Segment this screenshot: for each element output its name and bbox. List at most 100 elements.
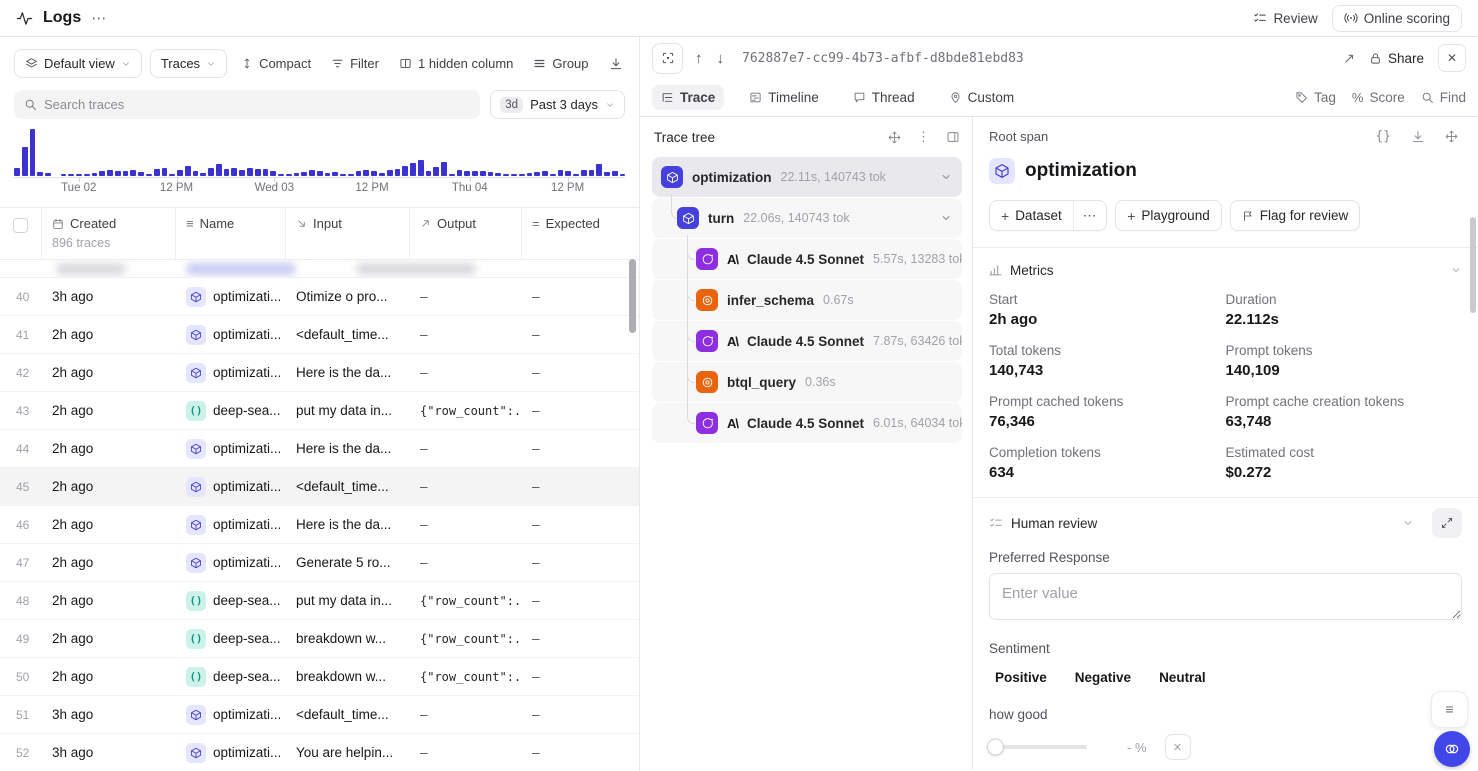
tag-button[interactable]: Tag	[1295, 90, 1336, 105]
histogram-bar[interactable]	[565, 171, 571, 176]
histogram-bar[interactable]	[418, 160, 424, 176]
search-traces-box[interactable]	[14, 90, 480, 119]
histogram-bar[interactable]	[14, 168, 20, 176]
score-button[interactable]: % Score	[1352, 90, 1405, 105]
histogram-bar[interactable]	[457, 170, 463, 176]
table-row[interactable]: 47 2h ago () optimizati... Generate 5 ro…	[0, 544, 639, 582]
how-good-slider[interactable]	[989, 745, 1087, 749]
histogram-bar[interactable]	[130, 170, 136, 176]
tab-thread[interactable]: Thread	[844, 85, 924, 110]
trace-tree-row[interactable]: optimization 22.11s, 140743 tok	[652, 157, 962, 197]
histogram-bar[interactable]	[356, 171, 362, 176]
trace-tree-row[interactable]: turn 22.06s, 140743 tok	[652, 198, 962, 238]
histogram-bar[interactable]	[37, 172, 43, 176]
table-row[interactable]: 43 2h ago () deep-sea... put my data in.…	[0, 392, 639, 430]
column-header-output[interactable]: Output	[420, 216, 511, 231]
tab-custom[interactable]: Custom	[940, 85, 1024, 110]
find-button[interactable]: Find	[1421, 90, 1466, 105]
histogram-bar[interactable]	[371, 171, 377, 176]
histogram-bar[interactable]	[30, 129, 36, 176]
histogram-bar[interactable]	[123, 171, 129, 176]
table-row[interactable]: 50 2h ago () deep-sea... breakdown w... …	[0, 658, 639, 696]
flag-for-review-button[interactable]: Flag for review	[1230, 200, 1361, 231]
json-view-button[interactable]: {}	[1375, 129, 1391, 144]
histogram-bar[interactable]	[395, 169, 401, 176]
trace-id[interactable]: 762887e7-cc99-4b73-afbf-d8bde81ebd83	[742, 51, 1024, 66]
trace-tree-row[interactable]: btql_query 0.36s	[652, 362, 962, 402]
column-header-expected[interactable]: =Expected	[532, 216, 629, 231]
slider-knob[interactable]	[987, 739, 1004, 756]
table-row[interactable]: 51 3h ago () optimizati... <default_time…	[0, 696, 639, 734]
histogram-bar[interactable]	[558, 170, 564, 176]
sentiment-option-positive[interactable]: Positive	[995, 670, 1047, 685]
histogram-bar[interactable]	[208, 168, 214, 176]
histogram-bar[interactable]	[193, 171, 199, 176]
histogram-bar[interactable]	[589, 170, 595, 176]
default-view-dropdown[interactable]: Default view	[14, 49, 142, 78]
trace-tree-row[interactable]: A\ Claude 4.5 Sonnet 7.87s, 63426 tok	[652, 321, 962, 361]
histogram-bar[interactable]	[84, 174, 90, 176]
histogram-bar[interactable]	[162, 168, 168, 176]
histogram-bar[interactable]	[387, 170, 393, 176]
sentiment-option-neutral[interactable]: Neutral	[1159, 670, 1206, 685]
histogram-bar[interactable]	[99, 171, 105, 176]
table-row[interactable]: 49 2h ago () deep-sea... breakdown w... …	[0, 620, 639, 658]
clear-score-button[interactable]: ✕	[1165, 734, 1191, 760]
histogram-bar[interactable]	[255, 169, 261, 176]
select-all-checkbox[interactable]	[13, 218, 28, 233]
histogram-bar[interactable]	[441, 162, 447, 176]
histogram-bar[interactable]	[270, 171, 276, 176]
histogram-bar[interactable]	[495, 173, 501, 176]
histogram-bar[interactable]	[464, 171, 470, 176]
sentiment-option-negative[interactable]: Negative	[1075, 670, 1131, 685]
histogram-bar[interactable]	[433, 167, 439, 176]
histogram-bar[interactable]	[402, 166, 408, 176]
table-row[interactable]: 44 2h ago () optimizati... Here is the d…	[0, 430, 639, 468]
review-button[interactable]: Review	[1253, 11, 1317, 26]
histogram-bar[interactable]	[534, 172, 540, 176]
braintrust-logo-button[interactable]	[1434, 731, 1470, 767]
histogram-bar[interactable]	[488, 172, 494, 176]
histogram-bar[interactable]	[45, 173, 51, 176]
preferred-response-input[interactable]	[989, 573, 1462, 620]
expand-review-button[interactable]	[1432, 508, 1462, 538]
histogram-bar[interactable]	[449, 174, 455, 176]
histogram-bar[interactable]	[472, 171, 478, 176]
histogram-bar[interactable]	[294, 173, 300, 176]
filter-button[interactable]: Filter	[325, 49, 385, 78]
histogram-bar[interactable]	[301, 172, 307, 176]
column-header-created[interactable]: Created	[52, 216, 165, 231]
trace-tree-row[interactable]: A\ Claude 4.5 Sonnet 5.57s, 13283 tok	[652, 239, 962, 279]
export-button[interactable]	[603, 49, 629, 78]
histogram-bar[interactable]	[263, 169, 269, 176]
floating-menu-button[interactable]: ≡	[1431, 691, 1468, 728]
table-scrollbar[interactable]	[629, 259, 636, 333]
date-range-dropdown[interactable]: 3d Past 3 days	[490, 90, 625, 119]
table-row[interactable]: 48 2h ago () deep-sea... put my data in.…	[0, 582, 639, 620]
focus-span-button[interactable]	[652, 43, 683, 74]
histogram-bar[interactable]	[332, 172, 338, 176]
close-panel-button[interactable]: ✕	[1438, 44, 1466, 72]
histogram-bar[interactable]	[542, 171, 548, 176]
table-row[interactable]: 41 2h ago () optimizati... <default_time…	[0, 316, 639, 354]
table-row[interactable]: 40 3h ago () optimizati... Otimize o pro…	[0, 278, 639, 316]
column-header-name[interactable]: ≡Name	[186, 216, 275, 231]
histogram-bar[interactable]	[239, 170, 245, 176]
traces-dropdown[interactable]: Traces	[150, 49, 227, 78]
download-icon[interactable]	[1411, 130, 1425, 144]
hidden-columns-button[interactable]: 1 hidden column	[393, 49, 519, 78]
histogram-bar[interactable]	[107, 170, 113, 176]
histogram-bar[interactable]	[519, 174, 525, 176]
trace-tree-row[interactable]: A\ Claude 4.5 Sonnet 6.01s, 64034 tok	[652, 403, 962, 443]
histogram-bar[interactable]	[612, 171, 618, 176]
tree-kebab-menu[interactable]: ⋮	[917, 129, 930, 145]
tab-timeline[interactable]: Timeline	[740, 85, 828, 110]
histogram-bar[interactable]	[604, 172, 610, 176]
histogram-bar[interactable]	[511, 174, 517, 176]
histogram-bar[interactable]	[286, 174, 292, 176]
histogram-bar[interactable]	[61, 174, 67, 176]
dataset-more-button[interactable]: ⋯	[1073, 201, 1107, 230]
table-row[interactable]: 42 2h ago () optimizati... Here is the d…	[0, 354, 639, 392]
histogram-bar[interactable]	[325, 173, 331, 176]
sidebar-toggle-icon[interactable]	[946, 130, 960, 144]
